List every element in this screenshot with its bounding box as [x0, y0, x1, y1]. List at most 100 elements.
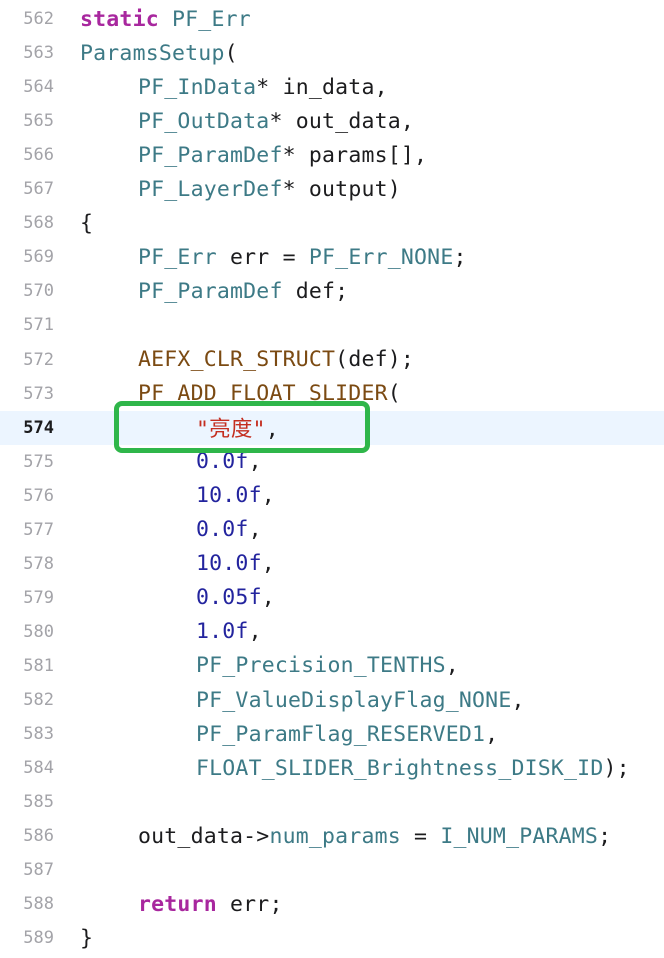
code-text: PF_ParamFlag_RESERVED1,: [196, 722, 498, 747]
line-number: 581: [23, 655, 54, 676]
code-token: ,: [261, 585, 275, 611]
code-line[interactable]: 588 return err;: [0, 887, 664, 921]
code-token: (def);: [335, 347, 415, 372]
code-token: PF_Err_NONE: [308, 244, 454, 270]
code-editor[interactable]: 562 static PF_Err 563 ParamsSetup(564 PF_InD…: [0, 0, 664, 958]
code-text: AEFX_CLR_STRUCT(def);: [138, 347, 414, 372]
code-text: {: [80, 211, 93, 236]
code-token: num_params: [269, 823, 401, 849]
code-token: FLOAT_SLIDER_Brightness_DISK_ID: [196, 755, 604, 781]
code-token: PF_InData: [138, 74, 257, 100]
code-text: PF_ParamDef def;: [138, 279, 348, 304]
code-line[interactable]: 585: [0, 785, 664, 819]
code-token: ,: [261, 483, 275, 509]
line-number: 577: [23, 519, 54, 540]
line-number: 586: [23, 826, 54, 847]
code-line[interactable]: 580 1.0f,: [0, 615, 664, 649]
line-number: 571: [23, 315, 54, 336]
code-line[interactable]: 568 {: [0, 206, 664, 240]
code-token: out_data->: [138, 823, 270, 849]
line-number: 569: [23, 247, 54, 268]
code-token: * in_data,: [256, 74, 388, 100]
code-token: (: [224, 40, 238, 66]
code-token: PF_Precision_TENTHS: [196, 653, 446, 679]
code-token: ParamsSetup: [80, 40, 225, 66]
code-line[interactable]: 564 PF_InData* in_data,: [0, 70, 664, 104]
code-token: 1.0f: [196, 619, 249, 645]
code-text: FLOAT_SLIDER_Brightness_DISK_ID);: [196, 756, 630, 781]
code-text: static PF_Err: [80, 7, 251, 32]
code-line[interactable]: 572 AEFX_CLR_STRUCT(def);: [0, 343, 664, 377]
code-token: PF_LayerDef: [138, 176, 283, 202]
line-number: 567: [23, 179, 54, 200]
line-number: 562: [23, 9, 54, 29]
code-line[interactable]: 589}: [0, 921, 664, 955]
code-token: ,: [248, 517, 262, 543]
code-text: 0.0f,: [196, 517, 262, 542]
line-number: 568: [23, 213, 54, 234]
code-token: ,: [485, 721, 499, 747]
code-line[interactable]: 576 10.0f,: [0, 479, 664, 513]
code-token: PF_ValueDisplayFlag_NONE: [196, 687, 512, 713]
code-line[interactable]: 563 ParamsSetup(: [0, 36, 664, 70]
code-line[interactable]: 578 10.0f,: [0, 547, 664, 581]
code-token: ;: [598, 823, 612, 849]
code-line[interactable]: 567 PF_LayerDef* output): [0, 172, 664, 206]
code-line[interactable]: 577 0.0f,: [0, 513, 664, 547]
line-number: 584: [23, 758, 54, 779]
code-token: ,: [511, 687, 525, 713]
code-token: err =: [216, 244, 309, 270]
code-token: {: [80, 210, 94, 236]
code-text: PF_Precision_TENTHS,: [196, 653, 459, 678]
code-token: PF_ParamDef: [138, 278, 283, 304]
code-line[interactable]: 565 PF_OutData* out_data,: [0, 104, 664, 138]
code-line[interactable]: 583 PF_ParamFlag_RESERVED1,: [0, 717, 664, 751]
line-number: 588: [23, 894, 54, 915]
code-line[interactable]: 566 PF_ParamDef* params[],: [0, 138, 664, 172]
line-number: 563: [23, 43, 54, 64]
code-token: * out_data,: [269, 108, 415, 134]
code-token: PF_ParamDef: [138, 142, 283, 168]
code-text: PF_ValueDisplayFlag_NONE,: [196, 688, 525, 713]
code-line[interactable]: 562 static PF_Err: [0, 2, 664, 36]
code-line[interactable]: 586 out_data->num_params = I_NUM_PARAMS;: [0, 819, 664, 853]
code-token: static: [80, 6, 159, 32]
code-token: PF_OutData: [138, 108, 270, 134]
code-text: PF_LayerDef* output): [138, 177, 401, 202]
line-number: 573: [23, 383, 54, 404]
code-token: PF_Err: [138, 244, 217, 270]
code-text: ParamsSetup(: [80, 41, 238, 66]
code-line[interactable]: 582 PF_ValueDisplayFlag_NONE,: [0, 683, 664, 717]
line-number: 574: [23, 417, 54, 438]
line-number: 587: [23, 860, 54, 881]
line-number: 566: [23, 145, 54, 166]
line-number: 583: [23, 724, 54, 745]
code-line[interactable]: 584 FLOAT_SLIDER_Brightness_DISK_ID);: [0, 751, 664, 785]
code-token: err;: [216, 891, 283, 917]
line-number: 575: [23, 451, 54, 472]
code-token: PF_Err: [158, 6, 251, 32]
code-token: 10.0f: [196, 483, 262, 509]
code-text: return err;: [138, 892, 283, 917]
code-text: PF_InData* in_data,: [138, 75, 388, 100]
code-token: * params[],: [282, 142, 428, 168]
code-line[interactable]: 579 0.05f,: [0, 581, 664, 615]
line-number: 582: [23, 690, 54, 710]
code-line[interactable]: 571: [0, 308, 664, 342]
code-line[interactable]: 570 PF_ParamDef def;: [0, 274, 664, 308]
line-number: 570: [23, 281, 54, 302]
code-text: }: [80, 926, 93, 951]
code-line[interactable]: 569 PF_Err err = PF_Err_NONE;: [0, 240, 664, 274]
code-token: 0.0f: [196, 517, 249, 543]
line-number: 565: [23, 111, 54, 132]
code-token: PF_ParamFlag_RESERVED1: [196, 721, 486, 747]
code-token: return: [138, 891, 217, 917]
code-text: PF_ParamDef* params[],: [138, 143, 427, 168]
code-line[interactable]: 581 PF_Precision_TENTHS,: [0, 649, 664, 683]
line-number: 579: [23, 587, 54, 608]
code-line[interactable]: 587: [0, 853, 664, 887]
line-number: 576: [23, 485, 54, 506]
code-token: 0.05f: [196, 585, 262, 611]
code-text: PF_Err err = PF_Err_NONE;: [138, 245, 467, 270]
code-token: ;: [453, 244, 467, 270]
